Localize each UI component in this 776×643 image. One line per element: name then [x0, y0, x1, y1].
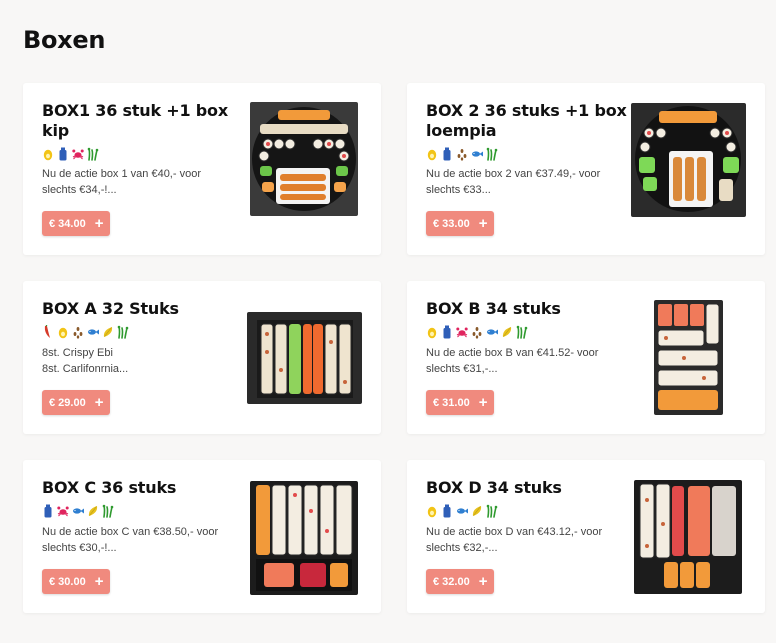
product-description: 8st. Crispy Ebi 8st. Carlifonrnia... [42, 347, 129, 375]
egg-icon [426, 325, 438, 339]
allergen-list [42, 324, 129, 340]
product-image[interactable] [250, 481, 358, 595]
product-card[interactable]: BOX A 32 Stuks 8st. Crispy Ebi 8st. Carl… [23, 281, 381, 434]
celery-icon [486, 147, 498, 161]
mustard-icon [501, 325, 513, 339]
allergen-list [426, 146, 498, 162]
mustard-icon [471, 504, 483, 518]
price-label: € 33.00 [433, 217, 470, 230]
product-image[interactable] [250, 102, 358, 216]
crab-icon [57, 504, 69, 518]
chili-icon [42, 325, 54, 339]
product-description: Nu de actie box B van €41.52- voor slech… [426, 347, 599, 375]
product-image[interactable] [631, 103, 746, 217]
product-title[interactable]: BOX D 34 stuks [426, 478, 562, 498]
product-card[interactable]: BOX D 34 stuks Nu de actie box D van €43… [407, 460, 765, 613]
celery-icon [117, 325, 129, 339]
soy-icon [441, 147, 453, 161]
product-description: Nu de actie box D van €43.12,- voor slec… [426, 526, 603, 554]
celery-icon [87, 147, 99, 161]
egg-icon [42, 147, 54, 161]
sesame-icon [456, 147, 468, 161]
plus-icon: + [478, 573, 488, 590]
price-label: € 31.00 [433, 396, 470, 409]
plus-icon: + [94, 394, 104, 411]
plus-icon: + [478, 215, 488, 232]
crab-icon [456, 325, 468, 339]
celery-icon [486, 504, 498, 518]
allergen-list [42, 503, 114, 519]
fish-icon [456, 504, 468, 518]
product-title[interactable]: BOX B 34 stuks [426, 299, 561, 319]
soy-icon [57, 147, 69, 161]
egg-icon [426, 147, 438, 161]
price-label: € 32.00 [433, 575, 470, 588]
product-card[interactable]: BOX1 36 stuk +1 box kip Nu de actie box … [23, 83, 381, 255]
crab-icon [72, 147, 84, 161]
add-to-cart-button[interactable]: € 33.00 + [426, 211, 495, 236]
add-to-cart-button[interactable]: € 32.00 + [426, 569, 495, 594]
celery-icon [102, 504, 114, 518]
product-card[interactable]: BOX C 36 stuks Nu de actie box C van €38… [23, 460, 381, 613]
plus-icon: + [478, 394, 488, 411]
allergen-list [426, 503, 498, 519]
mustard-icon [87, 504, 99, 518]
product-title[interactable]: BOX A 32 Stuks [42, 299, 179, 319]
product-image[interactable] [634, 480, 742, 594]
sesame-icon [471, 325, 483, 339]
product-title[interactable]: BOX1 36 stuk +1 box kip [42, 101, 228, 141]
product-description: Nu de actie box C van €38.50,- voor slec… [42, 526, 219, 554]
price-label: € 34.00 [49, 217, 86, 230]
plus-icon: + [94, 215, 104, 232]
product-description: Nu de actie box 1 van €40,- voor slechts… [42, 168, 201, 196]
sesame-icon [72, 325, 84, 339]
plus-icon: + [94, 573, 104, 590]
product-card[interactable]: BOX 2 36 stuks +1 box loempia Nu de acti… [407, 83, 765, 255]
soy-icon [441, 504, 453, 518]
soy-icon [441, 325, 453, 339]
product-title[interactable]: BOX C 36 stuks [42, 478, 176, 498]
add-to-cart-button[interactable]: € 30.00 + [42, 569, 111, 594]
mustard-icon [102, 325, 114, 339]
add-to-cart-button[interactable]: € 29.00 + [42, 390, 111, 415]
soy-icon [42, 504, 54, 518]
egg-icon [426, 504, 438, 518]
egg-icon [57, 325, 69, 339]
fish-icon [87, 325, 99, 339]
allergen-list [426, 324, 528, 340]
add-to-cart-button[interactable]: € 34.00 + [42, 211, 111, 236]
product-image[interactable] [247, 312, 362, 404]
section-title: Boxen [23, 26, 106, 54]
fish-icon [72, 504, 84, 518]
price-label: € 30.00 [49, 575, 86, 588]
allergen-list [42, 146, 99, 162]
fish-icon [471, 147, 483, 161]
product-description: Nu de actie box 2 van €37.49,- voor slec… [426, 168, 601, 196]
product-title[interactable]: BOX 2 36 stuks +1 box loempia [426, 101, 627, 141]
product-card[interactable]: BOX B 34 stuks Nu de actie box B van €41… [407, 281, 765, 434]
add-to-cart-button[interactable]: € 31.00 + [426, 390, 495, 415]
price-label: € 29.00 [49, 396, 86, 409]
celery-icon [516, 325, 528, 339]
fish-icon [486, 325, 498, 339]
product-image[interactable] [654, 300, 723, 415]
